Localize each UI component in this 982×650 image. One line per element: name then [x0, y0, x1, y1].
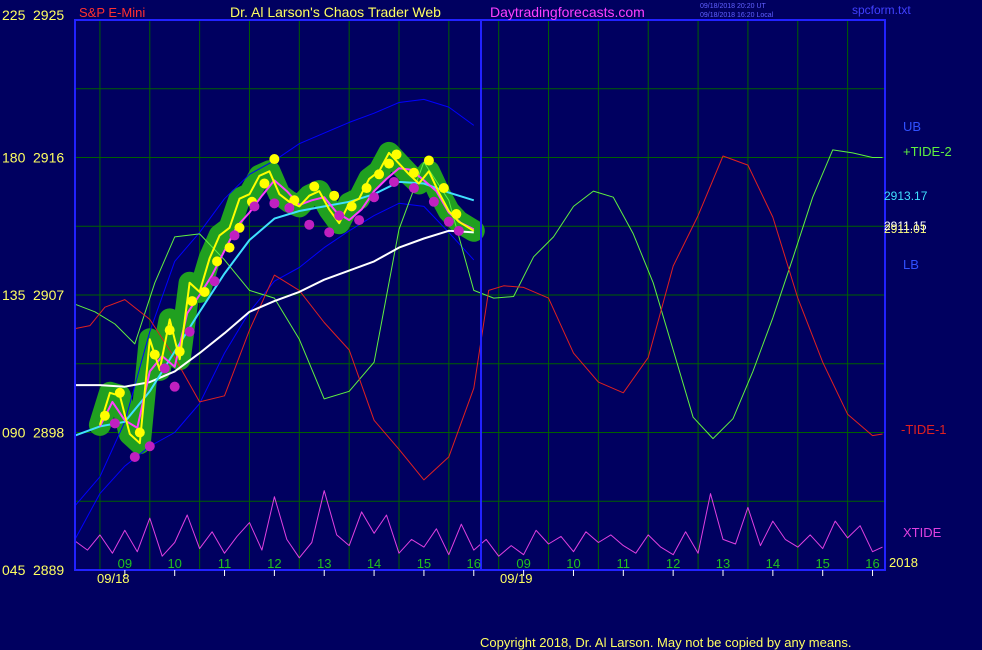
timestamp-line2: 09/18/2018 16:20 Local: [700, 12, 774, 19]
y-angle-label-3: 090: [2, 425, 26, 441]
x-hour-label-0: 09: [118, 556, 132, 571]
price-dot-yellow: [212, 256, 223, 267]
label-ub: UB: [903, 119, 921, 134]
price-dot-magenta: [284, 202, 295, 213]
price-dot-yellow: [224, 242, 235, 253]
x-hour-label-6: 15: [417, 556, 431, 571]
y-angle-label-1: 180: [2, 150, 26, 166]
price-dot-yellow: [269, 154, 280, 165]
x-hour-label-1: 10: [167, 556, 181, 571]
x-hour-label-8: 09: [516, 556, 530, 571]
date-label-2: 09/19: [500, 571, 533, 586]
left-axis-top-angle: 225: [2, 7, 26, 23]
x-hour-label-3: 12: [267, 556, 281, 571]
price-dot-magenta: [184, 326, 195, 337]
x-hour-label-12: 13: [716, 556, 730, 571]
price-dot-yellow: [164, 325, 175, 336]
label-white-value-b: 2911.01: [884, 222, 927, 236]
price-dot-yellow: [438, 183, 449, 194]
background: [0, 0, 982, 650]
price-dot-yellow: [187, 296, 198, 307]
price-dot-yellow: [174, 346, 185, 357]
price-dot-magenta: [209, 276, 220, 287]
price-dot-magenta: [324, 227, 335, 238]
price-dot-magenta: [129, 451, 140, 462]
x-hour-label-4: 13: [317, 556, 331, 571]
price-dot-magenta: [109, 418, 120, 429]
price-dot-yellow: [374, 169, 385, 180]
price-dot-yellow: [309, 181, 320, 192]
price-dot-magenta: [354, 215, 365, 226]
left-axis-top-price: 2925: [33, 7, 64, 23]
y-angle-label-2: 135: [2, 287, 26, 303]
y-price-label-3: 2898: [33, 425, 64, 441]
label-xtide: XTIDE: [903, 525, 942, 540]
y-price-label-1: 2916: [33, 150, 64, 166]
x-hour-label-10: 11: [617, 556, 631, 571]
chart-svg: 225 2925 S&P E-Mini Dr. Al Larson's Chao…: [0, 0, 982, 650]
y-price-label-2: 2907: [33, 287, 64, 303]
x-hour-label-5: 14: [367, 556, 381, 571]
year-label: 2018: [889, 555, 918, 570]
price-dot-magenta: [159, 363, 170, 374]
price-dot-yellow: [134, 427, 145, 438]
x-hour-label-9: 10: [566, 556, 580, 571]
price-dot-magenta: [229, 230, 240, 241]
price-dot-magenta: [144, 441, 155, 452]
price-dot-yellow: [384, 158, 395, 169]
price-dot-yellow: [346, 201, 357, 212]
price-dot-yellow: [149, 349, 160, 360]
date-label-1: 09/18: [97, 571, 130, 586]
y-angle-label-4: 045: [2, 562, 26, 578]
y-price-label-4: 2889: [33, 562, 64, 578]
price-dot-magenta: [369, 192, 380, 203]
price-dot-yellow: [451, 209, 462, 220]
price-dot-yellow: [391, 149, 402, 160]
price-dot-magenta: [269, 198, 280, 209]
x-hour-label-13: 14: [766, 556, 780, 571]
price-dot-magenta: [443, 216, 454, 227]
x-hour-label-7: 16: [467, 556, 481, 571]
price-dot-magenta: [334, 210, 345, 221]
label-tide-minus: -TIDE-1: [901, 422, 947, 437]
price-dot-magenta: [389, 176, 400, 187]
price-dot-yellow: [199, 286, 210, 297]
site-label: Daytradingforecasts.com: [490, 4, 645, 20]
price-dot-magenta: [428, 196, 439, 207]
filename-label: spcform.txt: [852, 3, 911, 17]
price-dot-magenta: [408, 183, 419, 194]
x-hour-label-2: 11: [218, 556, 232, 571]
price-dot-magenta: [453, 225, 464, 236]
price-dot-magenta: [249, 201, 260, 212]
price-dot-magenta: [169, 381, 180, 392]
chart-title: Dr. Al Larson's Chaos Trader Web: [230, 4, 441, 20]
x-hour-label-14: 15: [815, 556, 829, 571]
price-dot-yellow: [99, 410, 110, 421]
price-dot-yellow: [423, 155, 434, 166]
instrument-label: S&P E-Mini: [79, 5, 145, 20]
price-dot-yellow: [114, 387, 125, 398]
label-cyan-value: 2913.17: [884, 189, 928, 203]
price-dot-yellow: [329, 190, 340, 201]
label-lb: LB: [903, 257, 919, 272]
x-hour-label-11: 12: [666, 556, 680, 571]
price-dot-yellow: [259, 178, 270, 189]
price-dot-yellow: [361, 183, 372, 194]
x-hour-label-15: 16: [865, 556, 879, 571]
price-dot-yellow: [408, 167, 419, 178]
timestamp-line1: 09/18/2018 20:20 UT: [700, 3, 766, 10]
label-tide-plus: +TIDE-2: [903, 144, 952, 159]
price-dot-magenta: [304, 219, 315, 230]
chart-root: 225 2925 S&P E-Mini Dr. Al Larson's Chao…: [0, 0, 982, 650]
copyright: Copyright 2018, Dr. Al Larson. May not b…: [480, 635, 851, 650]
